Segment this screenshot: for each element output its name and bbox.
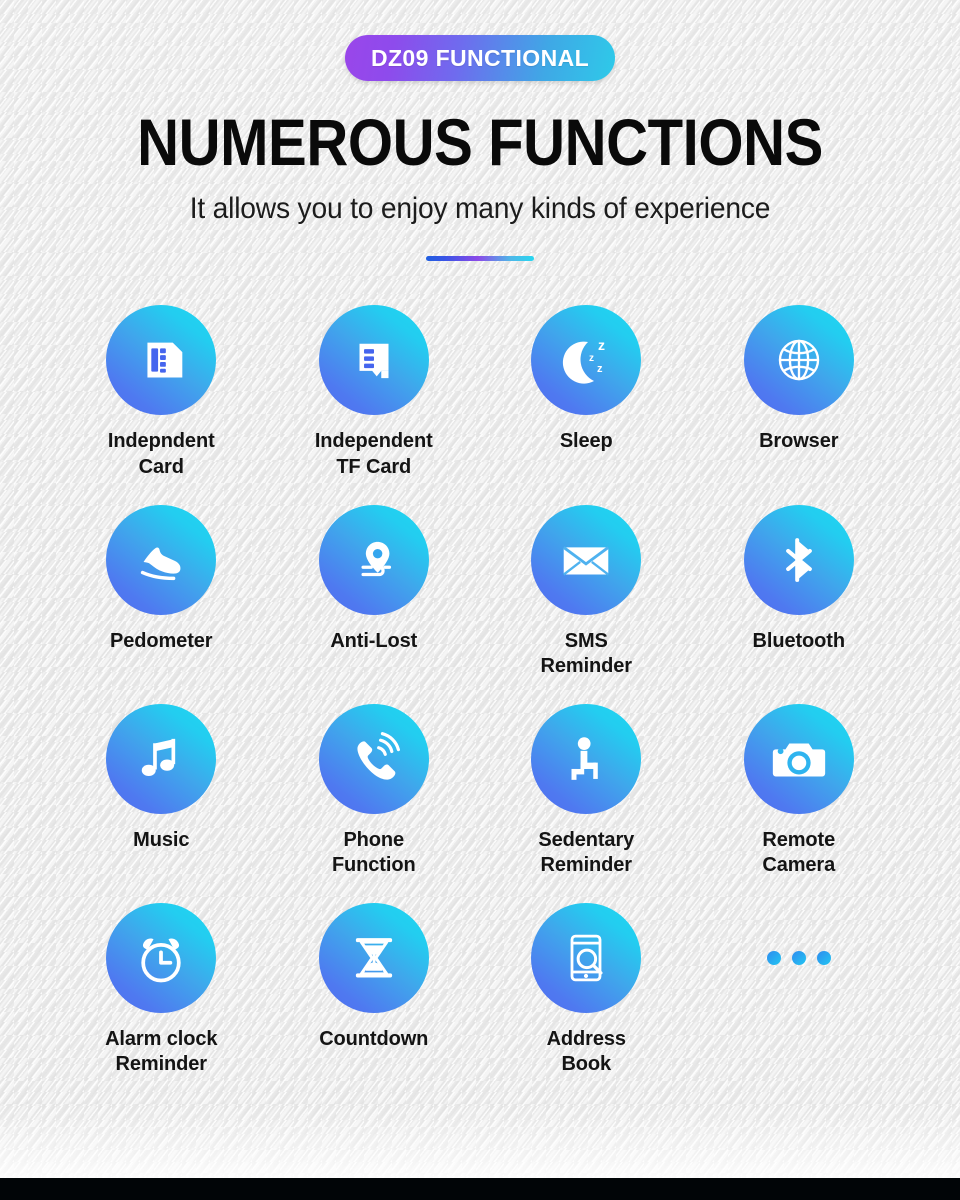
feature-label: Alarm clock Reminder	[105, 1027, 218, 1076]
gradient-divider	[426, 256, 534, 262]
shoe-pedometer-icon	[130, 529, 192, 591]
phone-search-icon	[558, 930, 614, 986]
feature-item: Remote Camera	[693, 703, 906, 879]
icon-badge	[106, 504, 217, 615]
feature-label: Phone Function	[331, 828, 416, 877]
feature-label: Sleep	[559, 430, 613, 453]
dot-3	[816, 950, 831, 965]
svg-text:z: z	[598, 337, 605, 353]
icon-badge: z z z	[531, 305, 642, 416]
hourglass-icon	[345, 929, 403, 987]
icon-badge	[106, 703, 217, 814]
feature-label: SMS Reminder	[540, 629, 633, 678]
feature-label: Countdown	[319, 1027, 429, 1050]
feature-item: Countdown	[268, 902, 481, 1078]
feature-item: SMS Reminder	[480, 504, 693, 680]
feature-label: Bluetooth	[752, 629, 846, 652]
sleep-moon-icon: z z z	[554, 328, 618, 392]
feature-item: Indepndent Card	[55, 305, 268, 480]
product-badge: DZ09 FUNCTIONAL	[344, 35, 616, 81]
feature-label: Sedentary Reminder	[538, 828, 635, 877]
icon-badge	[743, 305, 854, 416]
location-pin-icon	[345, 531, 403, 589]
svg-text:z: z	[597, 363, 603, 375]
feature-item-more	[693, 903, 906, 1078]
dot-1	[766, 950, 781, 965]
seated-person-icon	[557, 730, 615, 788]
feature-label: Music	[133, 828, 190, 851]
content-area: DZ09 FUNCTIONAL NUMEROUS FUNCTIONS It al…	[0, 0, 960, 1078]
icon-badge	[318, 305, 429, 416]
feature-grid: Indepndent Card Independent TF Card z z …	[0, 305, 960, 1078]
feature-item: Browser	[693, 305, 906, 480]
feature-item: Alarm clock Reminder	[55, 902, 268, 1078]
page-title: NUMEROUS FUNCTIONS	[137, 105, 823, 179]
feature-item: Phone Function	[268, 703, 481, 879]
feature-label: Independent TF Card	[314, 430, 433, 478]
dot-2	[791, 950, 806, 965]
feature-item: Independent TF Card	[268, 305, 481, 480]
feature-label: Address Book	[546, 1027, 626, 1076]
more-dots-icon	[744, 903, 854, 1013]
icon-badge	[318, 703, 429, 814]
icon-badge	[531, 504, 642, 615]
feature-item: z z z Sleep	[480, 305, 693, 480]
sim-card-icon	[130, 329, 192, 391]
bottom-black-bar	[0, 1178, 960, 1200]
feature-label: Browser	[759, 430, 839, 453]
icon-badge	[318, 504, 429, 615]
feature-item: Pedometer	[55, 504, 268, 680]
feature-item: Anti-Lost	[268, 504, 481, 680]
feature-label: Anti-Lost	[330, 629, 418, 652]
feature-item: Bluetooth	[693, 504, 906, 680]
alarm-clock-icon	[131, 928, 191, 988]
icon-badge	[106, 305, 217, 416]
feature-item: Address Book	[480, 902, 693, 1078]
camera-icon	[768, 728, 830, 790]
bluetooth-icon	[770, 531, 828, 589]
svg-text:z: z	[589, 353, 594, 364]
icon-badge	[531, 902, 642, 1013]
feature-item: Music	[55, 703, 268, 879]
infographic-page: DZ09 FUNCTIONAL NUMEROUS FUNCTIONS It al…	[0, 0, 960, 1200]
icon-badge	[743, 703, 854, 814]
page-subtitle: It allows you to enjoy many kinds of exp…	[189, 192, 771, 226]
badge-container: DZ09 FUNCTIONAL	[0, 0, 960, 81]
icon-badge	[743, 504, 854, 615]
feature-item: Sedentary Reminder	[480, 703, 693, 879]
tf-card-icon	[345, 331, 403, 389]
phone-handset-icon	[344, 729, 404, 789]
globe-browser-icon	[770, 331, 828, 389]
feature-label: Remote Camera	[762, 828, 836, 877]
envelope-icon	[555, 529, 617, 591]
icon-badge	[106, 902, 217, 1013]
feature-label: Pedometer	[110, 629, 213, 652]
music-note-icon	[133, 731, 189, 787]
divider-container	[0, 256, 960, 262]
feature-label: Indepndent Card	[107, 430, 215, 478]
icon-badge	[318, 902, 429, 1013]
icon-badge	[531, 703, 642, 814]
